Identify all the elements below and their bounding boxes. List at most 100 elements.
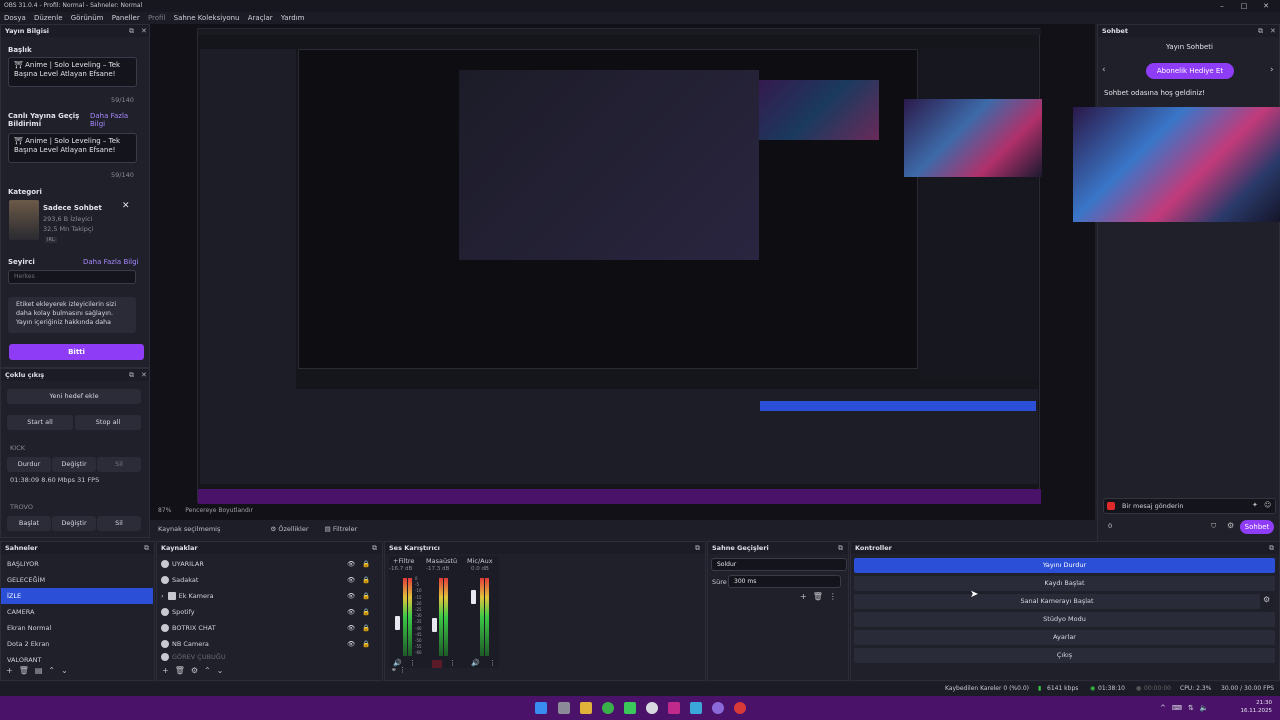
trovo-start-button[interactable]: Başlat — [7, 516, 51, 531]
chevron-up-icon[interactable]: ^ — [1160, 704, 1172, 712]
smiley-icon[interactable]: ☺ — [1264, 501, 1271, 509]
menu-help[interactable]: Yardım — [281, 12, 305, 24]
add-icon[interactable]: + — [6, 666, 19, 675]
app-icon[interactable] — [712, 702, 724, 714]
arrow-down-icon[interactable]: ⌄ — [61, 666, 74, 675]
menu-view[interactable]: Görünüm — [71, 12, 104, 24]
kick-icon[interactable] — [624, 702, 636, 714]
chevron-right-icon[interactable]: › — [1270, 65, 1274, 75]
lock-icon[interactable]: 🔒 — [362, 604, 370, 620]
undock-icon[interactable]: ⧉ — [1258, 25, 1263, 37]
undock-icon[interactable]: ⧉ — [1269, 542, 1274, 554]
close-icon[interactable]: ✕ — [141, 369, 147, 381]
menu-tools[interactable]: Araçlar — [248, 12, 273, 24]
menu-docks[interactable]: Paneller — [112, 12, 140, 24]
close-icon[interactable]: ✕ — [141, 25, 147, 37]
menu-dots-icon[interactable]: ⋮ — [829, 592, 843, 601]
menu-dots-icon[interactable]: ⋮ — [449, 659, 456, 667]
scale-mode-select[interactable]: Pencereye Boyutlandır — [185, 507, 253, 514]
scene-item[interactable]: CAMERA — [1, 604, 153, 620]
chat-input[interactable]: Bir mesaj gönderin ✦ ☺ — [1103, 498, 1276, 514]
source-item[interactable]: › Ek Kamera 👁 🔒 — [157, 588, 382, 604]
filter-icon[interactable]: ▤ — [35, 666, 49, 675]
start-recording-button[interactable]: Kaydı Başlat — [854, 576, 1275, 591]
scene-item[interactable]: Dota 2 Ekran — [1, 636, 153, 652]
trovo-delete-button[interactable]: Sil — [97, 516, 141, 531]
menu-file[interactable]: Dosya — [4, 12, 26, 24]
magic-icon[interactable]: ✦ — [1252, 501, 1258, 509]
undock-icon[interactable]: ⧉ — [838, 542, 843, 554]
trash-icon[interactable]: 🗑 — [813, 592, 829, 601]
speaker-icon[interactable]: 🔊 — [471, 659, 480, 667]
menu-dots-icon[interactable]: ⋮ — [399, 666, 406, 674]
gear-icon[interactable]: ⚙ — [1263, 595, 1270, 604]
source-item[interactable]: GÖREV ÇUBUĞU — [157, 652, 382, 662]
eye-icon[interactable]: 👁 — [347, 572, 355, 588]
muted-icon[interactable] — [432, 660, 442, 668]
scene-item[interactable]: GELECEĞİM — [1, 572, 153, 588]
obs-icon[interactable] — [646, 702, 658, 714]
add-icon[interactable]: + — [162, 666, 175, 675]
volume-icon[interactable]: 🔈 — [1200, 704, 1215, 712]
kick-stop-button[interactable]: Durdur — [7, 457, 51, 472]
chevron-left-icon[interactable]: ‹ — [1102, 65, 1106, 75]
trovo-change-button[interactable]: Değiştir — [52, 516, 96, 531]
lock-icon[interactable]: 🔒 — [362, 556, 370, 572]
add-target-button[interactable]: Yeni hedef ekle — [7, 389, 141, 404]
done-button[interactable]: Bitti — [9, 344, 144, 360]
source-item[interactable]: NB Camera 👁 🔒 — [157, 636, 382, 652]
undock-icon[interactable]: ⧉ — [129, 369, 134, 381]
eye-icon[interactable]: 👁 — [347, 556, 355, 572]
undock-icon[interactable]: ⧉ — [372, 542, 377, 554]
eye-icon[interactable]: 👁 — [347, 636, 355, 652]
arrow-down-icon[interactable]: ⌄ — [217, 666, 230, 675]
chat-send-button[interactable]: Sohbet — [1240, 520, 1274, 534]
gift-sub-button[interactable]: Abonelik Hediye Et — [1146, 63, 1234, 79]
shield-icon[interactable]: ⛉ — [1211, 522, 1216, 531]
lock-icon[interactable]: 🔒 — [362, 620, 370, 636]
filters-button[interactable]: ▤ Filtreler — [325, 525, 358, 533]
properties-button[interactable]: ⚙ Özellikler — [270, 525, 308, 533]
source-item[interactable]: BOTRIX CHAT 👁 🔒 — [157, 620, 382, 636]
maximize-icon[interactable]: □ — [1234, 0, 1254, 12]
trash-icon[interactable]: 🗑 — [19, 666, 35, 675]
lock-icon[interactable]: 🔒 — [362, 636, 370, 652]
exit-button[interactable]: Çıkış — [854, 648, 1275, 663]
eye-icon[interactable]: 👁 — [347, 604, 355, 620]
lock-icon[interactable]: 🔒 — [362, 588, 370, 604]
undock-icon[interactable]: ⧉ — [144, 542, 149, 554]
trash-icon[interactable]: 🗑 — [175, 666, 191, 675]
remove-category-icon[interactable]: ✕ — [122, 201, 130, 211]
eye-icon[interactable]: 👁 — [347, 588, 355, 604]
menu-edit[interactable]: Düzenle — [34, 12, 63, 24]
link-icon[interactable]: ⚭ — [391, 666, 397, 674]
duration-input[interactable]: 300 ms — [728, 575, 841, 588]
emote-icon[interactable] — [1107, 502, 1115, 510]
menu-profile[interactable]: Profil — [148, 12, 165, 24]
undock-icon[interactable]: ⧉ — [129, 25, 134, 37]
virtual-camera-button[interactable]: Sanal Kamerayı Başlat — [854, 594, 1260, 609]
kick-change-button[interactable]: Değiştir — [52, 457, 96, 472]
audience-more-link[interactable]: Daha Fazla Bilgi — [83, 258, 139, 266]
live-more-link[interactable]: Daha Fazla Bilgi — [90, 112, 135, 128]
source-item[interactable]: Sadakat 👁 🔒 — [157, 572, 382, 588]
eye-icon[interactable]: 👁 — [347, 620, 355, 636]
live-notify-input[interactable]: ⛩ Anime | Solo Leveling – Tek Başına Lev… — [8, 133, 137, 163]
undock-icon[interactable]: ⧉ — [695, 542, 700, 554]
network-icon[interactable]: ⇅ — [1188, 704, 1200, 712]
expand-icon[interactable]: › — [161, 592, 164, 600]
arrow-up-icon[interactable]: ⌃ — [48, 666, 61, 675]
file-explorer-icon[interactable] — [580, 702, 592, 714]
transition-type-select[interactable]: Soldur — [711, 558, 847, 571]
minimize-icon[interactable]: – — [1212, 0, 1232, 12]
menu-scene-collection[interactable]: Sahne Koleksiyonu — [174, 12, 240, 24]
add-icon[interactable]: + — [800, 592, 813, 601]
title-input[interactable]: ⛩ Anime | Solo Leveling – Tek Başına Lev… — [8, 57, 137, 87]
menu-dots-icon[interactable]: ⋮ — [409, 659, 416, 667]
stop-stream-button[interactable]: Yayını Durdur — [854, 558, 1275, 573]
scene-item-active[interactable]: İZLE — [1, 588, 153, 604]
close-icon[interactable]: ✕ — [1270, 25, 1276, 37]
source-item[interactable]: UYARILAR 👁 🔒 — [157, 556, 382, 572]
app-icon[interactable] — [690, 702, 702, 714]
app-icon[interactable] — [734, 702, 746, 714]
